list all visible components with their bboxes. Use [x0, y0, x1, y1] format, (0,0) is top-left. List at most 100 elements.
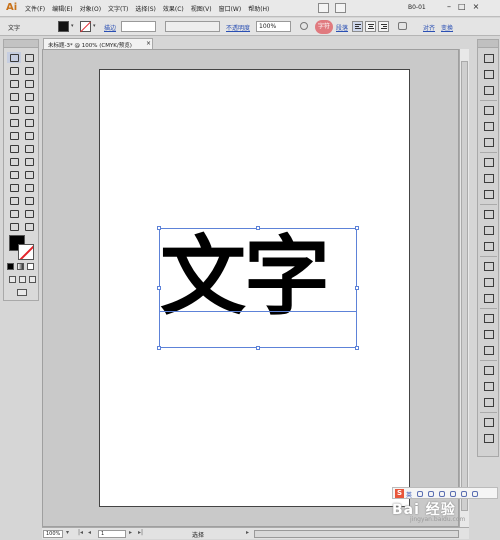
- zoom-tool-icon[interactable]: [22, 221, 36, 232]
- appearance-panel-icon[interactable]: [482, 208, 495, 220]
- paragraph-label-link[interactable]: 段落: [336, 23, 348, 32]
- handle-middle-left[interactable]: [157, 286, 161, 290]
- artboard-number-field[interactable]: 1: [98, 530, 126, 538]
- panel-dock-grip[interactable]: [478, 40, 498, 48]
- rotate-tool-icon[interactable]: [7, 130, 21, 141]
- kuler-panel-icon[interactable]: [482, 84, 495, 96]
- bridge-icon[interactable]: [318, 3, 329, 13]
- glyphs-panel-icon[interactable]: [482, 380, 495, 392]
- menu-help[interactable]: 帮助(H): [248, 4, 269, 13]
- navigator-panel-icon[interactable]: [482, 416, 495, 428]
- workspace-switcher[interactable]: B0-01: [408, 4, 426, 11]
- eraser-tool-icon[interactable]: [22, 117, 36, 128]
- align-right-button[interactable]: [378, 21, 389, 32]
- pencil-tool-icon[interactable]: [22, 104, 36, 115]
- menu-view[interactable]: 视图(V): [191, 4, 212, 13]
- menu-edit[interactable]: 编辑(E): [52, 4, 72, 13]
- color-guide-panel-icon[interactable]: [482, 68, 495, 80]
- handle-top-center[interactable]: [256, 226, 260, 230]
- last-artboard-icon[interactable]: ▸|: [138, 529, 143, 536]
- zoom-dropdown-icon[interactable]: ▾: [66, 529, 69, 536]
- line-tool-icon[interactable]: [7, 91, 21, 102]
- transparency-panel-icon[interactable]: [482, 188, 495, 200]
- stroke-dropdown-icon[interactable]: ▾: [93, 23, 98, 30]
- draw-inside-icon[interactable]: [29, 276, 36, 283]
- symbols-panel-icon[interactable]: [482, 136, 495, 148]
- free-transform-tool-icon[interactable]: [22, 143, 36, 154]
- stroke-panel-icon[interactable]: [482, 156, 495, 168]
- maximize-button[interactable]: □: [458, 2, 466, 11]
- handle-middle-right[interactable]: [355, 286, 359, 290]
- direct-selection-tool-icon[interactable]: [22, 52, 36, 63]
- align-left-button[interactable]: [352, 21, 363, 32]
- links-panel-icon[interactable]: [482, 396, 495, 408]
- gradient-tool-icon[interactable]: [22, 169, 36, 180]
- scale-tool-icon[interactable]: [22, 130, 36, 141]
- opacity-label-link[interactable]: 不透明度: [226, 23, 250, 32]
- none-mode-icon[interactable]: [27, 263, 34, 270]
- variable-width-profile[interactable]: [165, 21, 220, 32]
- eyedropper-tool-icon[interactable]: [7, 182, 21, 193]
- align-panel-icon[interactable]: [482, 276, 495, 288]
- lasso-tool-icon[interactable]: [22, 65, 36, 76]
- stroke-weight-field[interactable]: [121, 21, 156, 32]
- stroke-label-link[interactable]: 描边: [104, 23, 116, 32]
- align-label-link[interactable]: 对齐: [423, 23, 435, 32]
- tools-panel-grip[interactable]: [4, 40, 38, 48]
- screen-mode-icon[interactable]: [17, 289, 27, 296]
- speech-bubble-icon[interactable]: [398, 22, 407, 30]
- pathfinder-panel-icon[interactable]: [482, 312, 495, 324]
- perspective-grid-tool-icon[interactable]: [22, 156, 36, 167]
- vertical-scrollbar[interactable]: [459, 49, 469, 527]
- handle-bottom-left[interactable]: [157, 346, 161, 350]
- transform-panel-icon[interactable]: [482, 292, 495, 304]
- paragraph-panel-icon[interactable]: [482, 344, 495, 356]
- first-artboard-icon[interactable]: |◂: [78, 529, 83, 536]
- graphic-styles-panel-icon[interactable]: [482, 224, 495, 236]
- fill-color-swatch[interactable]: [58, 21, 69, 32]
- character-panel-icon[interactable]: [482, 328, 495, 340]
- column-graph-tool-icon[interactable]: [22, 195, 36, 206]
- color-mode-icon[interactable]: [7, 263, 14, 270]
- menu-object[interactable]: 对象(O): [80, 4, 101, 13]
- document-tab[interactable]: 未标题-3* @ 100% (CMYK/预览) ×: [43, 38, 153, 49]
- stroke-color-box[interactable]: [18, 244, 34, 260]
- align-center-button[interactable]: [365, 21, 376, 32]
- artboard-tool-icon[interactable]: [7, 208, 21, 219]
- layers-panel-icon[interactable]: [482, 240, 495, 252]
- close-tab-icon[interactable]: ×: [146, 40, 151, 47]
- selection-tool-icon[interactable]: [7, 52, 21, 63]
- shape-builder-tool-icon[interactable]: [7, 156, 21, 167]
- minimize-button[interactable]: –: [447, 2, 451, 11]
- gradient-mode-icon[interactable]: [17, 263, 24, 270]
- info-panel-icon[interactable]: [482, 432, 495, 444]
- scrollbar-thumb[interactable]: [461, 61, 468, 511]
- menu-effect[interactable]: 效果(C): [163, 4, 184, 13]
- menu-file[interactable]: 文件(F): [25, 4, 45, 13]
- handle-top-right[interactable]: [355, 226, 359, 230]
- stroke-color-swatch[interactable]: [80, 21, 91, 32]
- ellipse-tool-icon[interactable]: [22, 91, 36, 102]
- handle-bottom-center[interactable]: [256, 346, 260, 350]
- previous-artboard-icon[interactable]: ◂: [88, 529, 91, 536]
- gradient-panel-icon[interactable]: [482, 172, 495, 184]
- magic-wand-tool-icon[interactable]: [7, 65, 21, 76]
- hand-tool-icon[interactable]: [7, 221, 21, 232]
- transform-label-link[interactable]: 变换: [441, 23, 453, 32]
- menu-type[interactable]: 文字(T): [108, 4, 128, 13]
- handle-top-left[interactable]: [157, 226, 161, 230]
- type-tool-icon[interactable]: [22, 78, 36, 89]
- blob-brush-tool-icon[interactable]: [7, 117, 21, 128]
- draw-behind-icon[interactable]: [19, 276, 26, 283]
- fill-dropdown-icon[interactable]: ▾: [71, 23, 76, 30]
- pen-tool-icon[interactable]: [7, 78, 21, 89]
- opacity-field[interactable]: 100%: [256, 21, 291, 32]
- swatches-panel-icon[interactable]: [482, 104, 495, 116]
- paintbrush-tool-icon[interactable]: [7, 104, 21, 115]
- menu-select[interactable]: 选择(S): [135, 4, 156, 13]
- close-window-button[interactable]: ×: [473, 2, 480, 11]
- width-tool-icon[interactable]: [7, 143, 21, 154]
- character-panel-button[interactable]: 字符: [315, 20, 333, 34]
- mesh-tool-icon[interactable]: [7, 169, 21, 180]
- next-artboard-icon[interactable]: ▸: [129, 529, 132, 536]
